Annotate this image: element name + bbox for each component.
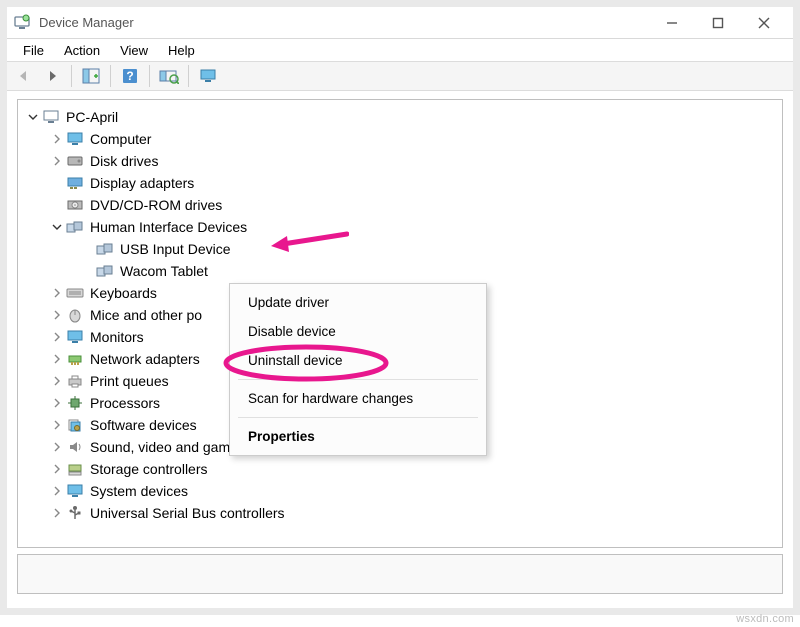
- chevron-right-icon[interactable]: [50, 484, 64, 498]
- menu-view[interactable]: View: [110, 41, 158, 60]
- node-label: Monitors: [90, 326, 144, 348]
- close-button[interactable]: [741, 9, 787, 37]
- hid-icon: [96, 241, 114, 257]
- node-label: Keyboards: [90, 282, 157, 304]
- software-icon: [66, 417, 84, 433]
- chevron-right-icon[interactable]: [50, 440, 64, 454]
- tree-root[interactable]: PC-April: [22, 106, 778, 128]
- watermark: wsxdn.com: [736, 613, 794, 625]
- node-label: Network adapters: [90, 348, 200, 370]
- chevron-down-icon[interactable]: [50, 220, 64, 234]
- menu-file[interactable]: File: [13, 41, 54, 60]
- node-label: Processors: [90, 392, 160, 414]
- mouse-icon: [66, 307, 84, 323]
- chevron-right-icon[interactable]: [50, 132, 64, 146]
- chevron-right-icon[interactable]: [50, 506, 64, 520]
- chevron-right-icon[interactable]: [50, 154, 64, 168]
- node-label: Mice and other po: [90, 304, 202, 326]
- speaker-icon: [66, 439, 84, 455]
- context-menu-separator: [238, 379, 478, 380]
- disk-icon: [66, 153, 84, 169]
- node-label: Storage controllers: [90, 458, 208, 480]
- gpu-icon: [66, 175, 84, 191]
- ctx-scan-hardware[interactable]: Scan for hardware changes: [232, 384, 484, 413]
- node-label: Software devices: [90, 414, 197, 436]
- printer-icon: [66, 373, 84, 389]
- toolbar-separator: [110, 65, 111, 87]
- ctx-uninstall-device[interactable]: Uninstall device: [232, 346, 484, 375]
- menubar: File Action View Help: [7, 39, 793, 61]
- forward-button[interactable]: [39, 64, 65, 88]
- node-label: Disk drives: [90, 150, 158, 172]
- svg-text:?: ?: [126, 69, 133, 83]
- tree-node-hid-usb[interactable]: USB Input Device: [22, 238, 778, 260]
- tree-node-usb[interactable]: Universal Serial Bus controllers: [22, 502, 778, 524]
- storage-icon: [66, 461, 84, 477]
- node-label: Display adapters: [90, 172, 194, 194]
- tree-node-system-devices[interactable]: System devices: [22, 480, 778, 502]
- chevron-down-icon[interactable]: [26, 110, 40, 124]
- window-title: Device Manager: [39, 15, 134, 30]
- titlebar: Device Manager: [7, 7, 793, 39]
- context-menu-separator: [238, 417, 478, 418]
- chevron-right-icon[interactable]: [50, 308, 64, 322]
- chevron-right-icon[interactable]: [50, 352, 64, 366]
- node-label: System devices: [90, 480, 188, 502]
- node-label: Human Interface Devices: [90, 216, 247, 238]
- monitor-button[interactable]: [195, 64, 221, 88]
- chevron-right-icon[interactable]: [50, 396, 64, 410]
- usb-icon: [66, 505, 84, 521]
- maximize-button[interactable]: [695, 9, 741, 37]
- monitor-icon: [66, 329, 84, 345]
- node-label: PC-April: [66, 106, 118, 128]
- system-icon: [66, 483, 84, 499]
- chevron-right-icon[interactable]: [50, 330, 64, 344]
- tree-node-storage[interactable]: Storage controllers: [22, 458, 778, 480]
- node-label: Universal Serial Bus controllers: [90, 502, 285, 524]
- show-hide-tree-button[interactable]: [78, 64, 104, 88]
- scan-hardware-button[interactable]: [156, 64, 182, 88]
- toolbar: ?: [7, 61, 793, 91]
- node-label: Wacom Tablet: [120, 260, 208, 282]
- chevron-right-icon[interactable]: [50, 462, 64, 476]
- minimize-button[interactable]: [649, 9, 695, 37]
- tree-node-display-adapters[interactable]: Display adapters: [22, 172, 778, 194]
- chevron-right-icon[interactable]: [50, 374, 64, 388]
- ctx-update-driver[interactable]: Update driver: [232, 288, 484, 317]
- cdrom-icon: [66, 197, 84, 213]
- back-button[interactable]: [11, 64, 37, 88]
- keyboard-icon: [66, 285, 84, 301]
- monitor-icon: [66, 131, 84, 147]
- statusbar: [17, 554, 783, 594]
- tree-node-hid-wacom[interactable]: Wacom Tablet: [22, 260, 778, 282]
- context-menu: Update driver Disable device Uninstall d…: [229, 283, 487, 456]
- toolbar-separator: [188, 65, 189, 87]
- ctx-disable-device[interactable]: Disable device: [232, 317, 484, 346]
- hid-icon: [66, 219, 84, 235]
- menu-help[interactable]: Help: [158, 41, 205, 60]
- tree-node-dvd[interactable]: DVD/CD-ROM drives: [22, 194, 778, 216]
- toolbar-separator: [71, 65, 72, 87]
- tree-node-hid[interactable]: Human Interface Devices: [22, 216, 778, 238]
- node-label: USB Input Device: [120, 238, 231, 260]
- computer-icon: [42, 109, 60, 125]
- chevron-right-icon[interactable]: [50, 418, 64, 432]
- node-label: Computer: [90, 128, 151, 150]
- cpu-icon: [66, 395, 84, 411]
- menu-action[interactable]: Action: [54, 41, 110, 60]
- node-label: Print queues: [90, 370, 169, 392]
- help-button[interactable]: ?: [117, 64, 143, 88]
- device-manager-icon: [13, 14, 31, 32]
- hid-icon: [96, 263, 114, 279]
- node-label: DVD/CD-ROM drives: [90, 194, 222, 216]
- toolbar-separator: [149, 65, 150, 87]
- network-icon: [66, 351, 84, 367]
- tree-node-computer[interactable]: Computer: [22, 128, 778, 150]
- ctx-properties[interactable]: Properties: [232, 422, 484, 451]
- tree-node-disk-drives[interactable]: Disk drives: [22, 150, 778, 172]
- chevron-right-icon[interactable]: [50, 286, 64, 300]
